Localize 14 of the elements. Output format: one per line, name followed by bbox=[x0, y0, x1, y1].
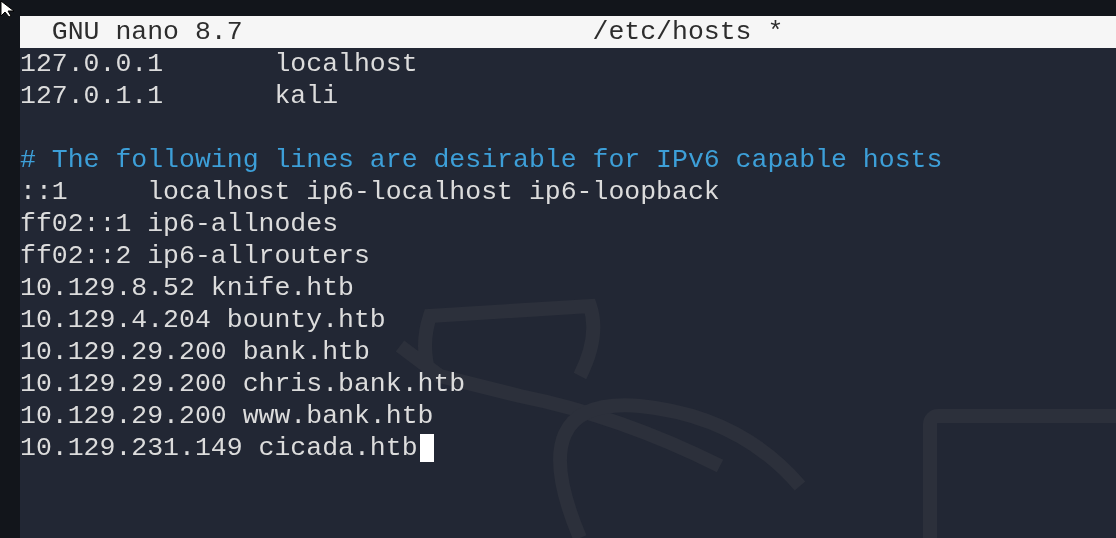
hosts-entry: ff02::1 ip6-allnodes bbox=[20, 208, 339, 240]
hosts-entry: 10.129.4.204 bounty.htb bbox=[20, 304, 386, 336]
hosts-entry: 10.129.8.52 knife.htb bbox=[20, 272, 354, 304]
hosts-entry: 10.129.231.149 cicada.htb bbox=[20, 432, 418, 464]
hosts-entry: 127.0.1.1 kali bbox=[20, 80, 339, 112]
hosts-entry: ::1 localhost ip6-localhost ip6-loopback bbox=[20, 176, 720, 208]
hosts-entry: 10.129.29.200 chris.bank.htb bbox=[20, 368, 466, 400]
comment-line: # The following lines are desirable for IPv6 capable hosts bbox=[20, 144, 943, 176]
hosts-entry: ff02::2 ip6-allrouters bbox=[20, 240, 370, 272]
app-version: GNU nano 8.7 bbox=[50, 16, 244, 48]
hosts-entry: 10.129.29.200 bank.htb bbox=[20, 336, 370, 368]
hosts-entry: 127.0.0.1 localhost bbox=[20, 48, 418, 80]
hosts-entry: 10.129.29.200 www.bank.htb bbox=[20, 400, 434, 432]
file-name: /etc/hosts * bbox=[592, 16, 785, 48]
